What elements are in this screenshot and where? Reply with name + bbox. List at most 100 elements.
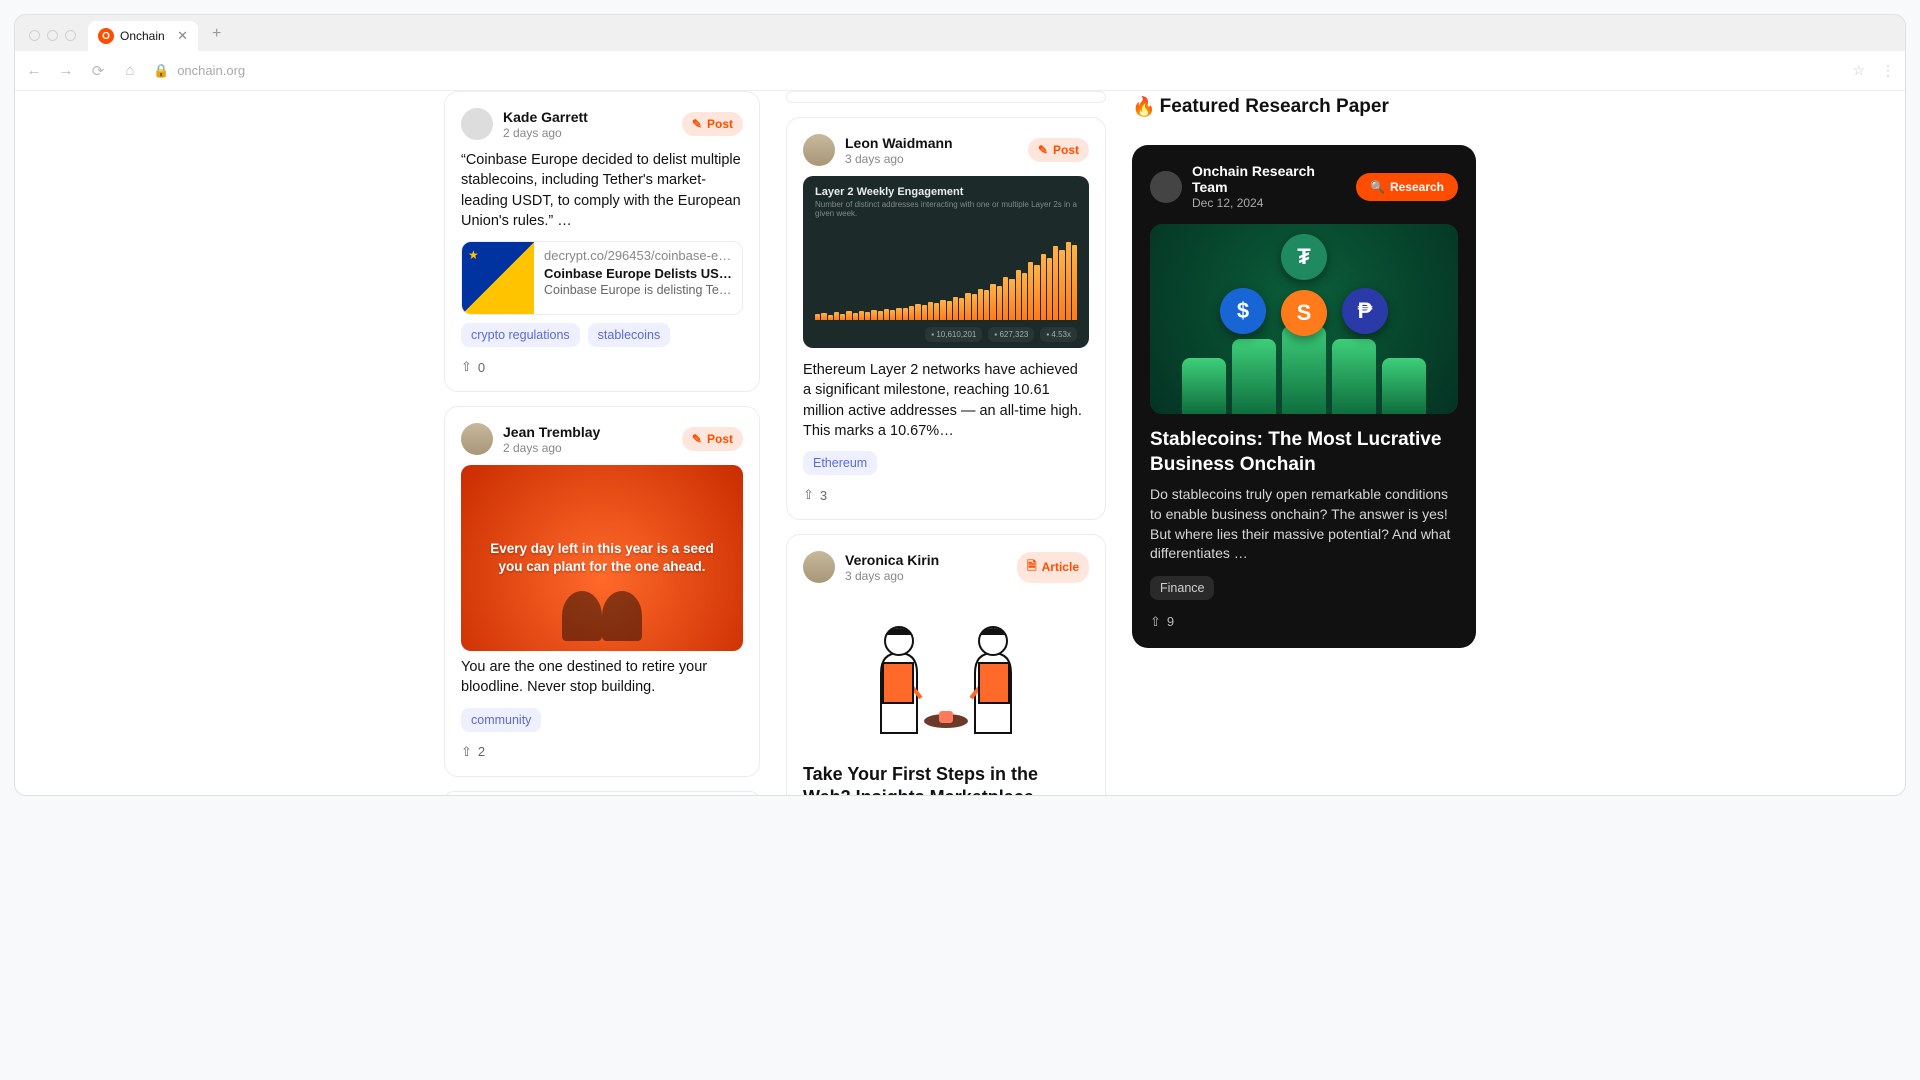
- link-title: Coinbase Europe Delists USDT, …: [544, 266, 732, 281]
- upvote-icon: ⇧: [803, 487, 814, 503]
- edit-icon: ✎: [1038, 143, 1048, 157]
- feed-column-left: Kade Garrett 2 days ago ✎ Post “Coinbase…: [444, 91, 760, 795]
- avatar: [803, 551, 835, 583]
- avatar: [461, 423, 493, 455]
- link-url: decrypt.co/296453/coinbase-eur…: [544, 248, 732, 263]
- feed-column-mid: Leon Waidmann 3 days ago ✎ Post Layer 2 …: [786, 91, 1106, 795]
- author-name: Jean Tremblay: [503, 424, 672, 440]
- chart-title: Layer 2 Weekly Engagement: [815, 186, 1077, 198]
- research-badge: 🔍 Research: [1356, 173, 1458, 201]
- post-image: Every day left in this year is a seed yo…: [461, 465, 743, 651]
- home-icon[interactable]: ⌂: [121, 62, 139, 79]
- link-desc: Coinbase Europe is delisting Tether's …: [544, 283, 732, 297]
- image-quote: Every day left in this year is a seed yo…: [461, 540, 743, 576]
- upvote-button[interactable]: ⇧ 9: [1150, 614, 1458, 630]
- author-name: Veronica Kirin: [845, 552, 1007, 568]
- post-body: “Coinbase Europe decided to delist multi…: [461, 150, 743, 231]
- tags: crypto regulations stablecoins: [461, 323, 743, 347]
- new-tab-button[interactable]: +: [204, 25, 229, 51]
- address-bar[interactable]: 🔒 onchain.org: [153, 63, 245, 79]
- maximize-window-dot[interactable]: [65, 30, 76, 41]
- featured-title: Stablecoins: The Most Lucrative Business…: [1150, 428, 1458, 477]
- post-body: You are the one destined to retire your …: [461, 657, 743, 698]
- tag[interactable]: Finance: [1150, 576, 1214, 600]
- featured-card[interactable]: Onchain Research Team Dec 12, 2024 🔍 Res…: [1132, 145, 1476, 648]
- post-card-stub: [786, 91, 1106, 103]
- post-time: 2 days ago: [503, 441, 672, 455]
- tags: Ethereum: [803, 451, 1089, 475]
- article-title: Take Your First Steps in the Web3 Insigh…: [803, 763, 1089, 795]
- browser-tab[interactable]: O Onchain ✕: [88, 21, 198, 51]
- author-name: Leon Waidmann: [845, 135, 1018, 151]
- post-badge: ✎ Post: [682, 112, 743, 136]
- page-content: Kade Garrett 2 days ago ✎ Post “Coinbase…: [15, 91, 1905, 795]
- bookmark-icon[interactable]: ☆: [1852, 62, 1865, 79]
- fire-icon: 🔥: [1132, 95, 1156, 119]
- lock-icon: 🔒: [153, 63, 169, 79]
- coin-icon: ₱: [1342, 288, 1388, 334]
- upvote-count: 9: [1167, 614, 1174, 630]
- tag[interactable]: stablecoins: [588, 323, 671, 347]
- close-tab-icon[interactable]: ✕: [177, 28, 188, 44]
- forward-icon[interactable]: →: [57, 62, 75, 79]
- post-card[interactable]: Kade Garrett 2 days ago ✎ Post “Coinbase…: [444, 91, 760, 392]
- featured-column: 🔥 Featured Research Paper Onchain Resear…: [1132, 91, 1476, 795]
- article-illustration: [803, 593, 1089, 753]
- upvote-icon: ⇧: [461, 744, 472, 760]
- tab-title: Onchain: [120, 29, 165, 43]
- post-time: 2 days ago: [503, 126, 672, 140]
- featured-desc: Do stablecoins truly open remarkable con…: [1150, 485, 1458, 563]
- upvote-count: 0: [478, 360, 485, 375]
- upvote-button[interactable]: ⇧ 2: [461, 744, 743, 760]
- coin-icon: ₮: [1281, 234, 1327, 280]
- upvote-button[interactable]: ⇧ 0: [461, 359, 743, 375]
- link-preview[interactable]: decrypt.co/296453/coinbase-eur… Coinbase…: [461, 241, 743, 315]
- upvote-button[interactable]: ⇧ 3: [803, 487, 1089, 503]
- window-controls: [23, 30, 82, 51]
- browser-window: O Onchain ✕ + ← → ⟳ ⌂ 🔒 onchain.org ☆ ⋮: [14, 14, 1906, 796]
- coin-icon: S: [1281, 290, 1327, 336]
- post-time: 3 days ago: [845, 569, 1007, 583]
- document-icon: 🗎: [1027, 557, 1037, 578]
- upvote-count: 3: [820, 488, 827, 503]
- favicon: O: [98, 28, 114, 44]
- browser-toolbar: ← → ⟳ ⌂ 🔒 onchain.org ☆ ⋮: [15, 51, 1905, 91]
- post-card[interactable]: Leon Waidmann 3 days ago ✎ Post Layer 2 …: [786, 117, 1106, 520]
- post-badge: ✎ Post: [682, 427, 743, 451]
- author-name: Onchain Research Team: [1192, 163, 1346, 195]
- edit-icon: ✎: [692, 117, 702, 131]
- chart-chip: ▪ 10,610,201: [925, 327, 982, 342]
- avatar: [803, 134, 835, 166]
- post-card[interactable]: Jean Tremblay 2 days ago ✎ Post Every da…: [444, 406, 760, 777]
- tag[interactable]: community: [461, 708, 541, 732]
- avatar: [461, 108, 493, 140]
- chart-bars: [815, 242, 1077, 320]
- post-body: Ethereum Layer 2 networks have achieved …: [803, 360, 1089, 441]
- featured-heading: 🔥 Featured Research Paper: [1132, 91, 1476, 119]
- coin-icon: $: [1220, 288, 1266, 334]
- chart-subtitle: Number of distinct addresses interacting…: [815, 200, 1077, 218]
- post-badge: ✎ Post: [1028, 138, 1089, 162]
- tag[interactable]: crypto regulations: [461, 323, 580, 347]
- chart-chip: ▪ 4.53x: [1040, 327, 1077, 342]
- tag[interactable]: Ethereum: [803, 451, 877, 475]
- tab-bar: O Onchain ✕ +: [15, 15, 1905, 51]
- url-text: onchain.org: [177, 63, 245, 78]
- minimize-window-dot[interactable]: [47, 30, 58, 41]
- author-name: Kade Garrett: [503, 109, 672, 125]
- upvote-icon: ⇧: [1150, 614, 1161, 630]
- menu-icon[interactable]: ⋮: [1881, 62, 1895, 79]
- avatar: [1150, 171, 1182, 203]
- reload-icon[interactable]: ⟳: [89, 62, 107, 80]
- tags: community: [461, 708, 743, 732]
- link-thumb: [462, 242, 534, 314]
- post-time: 3 days ago: [845, 152, 1018, 166]
- chart-chip: ▪ 627,323: [988, 327, 1034, 342]
- close-window-dot[interactable]: [29, 30, 40, 41]
- upvote-icon: ⇧: [461, 359, 472, 375]
- article-badge: 🗎 Article: [1017, 552, 1089, 583]
- edit-icon: ✎: [692, 432, 702, 446]
- post-card[interactable]: Veronica Kirin 3 days ago 🗎 Article: [786, 534, 1106, 795]
- back-icon[interactable]: ←: [25, 62, 43, 79]
- featured-image: ₮ $ S ₱: [1150, 224, 1458, 414]
